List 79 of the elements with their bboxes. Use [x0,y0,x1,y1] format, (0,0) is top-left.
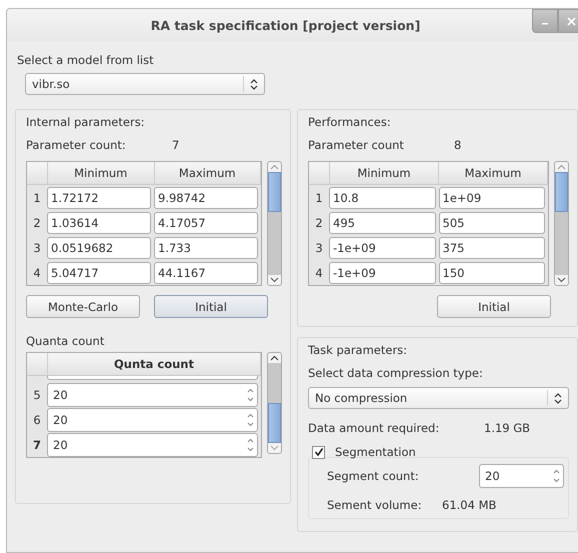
minimum-field[interactable]: 495 [329,212,436,234]
column-header[interactable]: Maximum [154,162,261,184]
segmentation-label: Segmentation [335,445,416,459]
group-title: Performances: [308,115,392,129]
model-dropdown[interactable]: vibr.so [25,73,265,95]
scroll-up-icon [557,164,566,170]
minimum-field[interactable]: 10.8 [329,186,436,208]
minimize-button[interactable] [532,9,558,33]
data-amount-label: Data amount required: [308,421,440,435]
minimum-field[interactable]: -1e+09 [329,236,436,258]
data-amount-value: 1.19 GB [484,421,530,435]
scrollbar-thumb[interactable] [268,403,281,443]
action-button[interactable]: Monte-Carlo [26,295,140,318]
minimum-field[interactable]: 1.72172 [47,186,151,208]
spin-arrows-icon [247,412,254,426]
scroll-down-icon [270,445,279,451]
scroll-up-icon [270,164,279,170]
maximum-field[interactable]: 9.98742 [154,186,258,208]
model-label: Select a model from list [17,53,155,67]
segment-volume-value: 61.04 MB [442,498,496,512]
maximum-field[interactable]: 150 [438,262,545,284]
maximum-field[interactable]: 1.733 [154,236,258,258]
scroll-down-icon [270,277,279,283]
minimum-field[interactable]: 0.0519682 [47,236,151,258]
parameter-count-label: Parameter count: [26,138,127,152]
spin-arrows-icon [553,469,560,483]
parameter-count-value: 7 [172,138,180,152]
maximum-field[interactable]: 505 [438,212,545,234]
row-header: 5 [32,388,42,402]
row-header: 4 [32,266,42,280]
action-button[interactable]: Initial [437,295,551,318]
parameter-count-label: Parameter count [308,138,405,152]
row-header: 6 [32,412,42,426]
updown-arrow-icon [250,78,258,90]
quanta-spinbox[interactable]: 20 [47,432,258,456]
column-header[interactable]: Maximum [439,162,548,184]
minimum-field[interactable]: -1e+09 [329,262,436,284]
minimum-field[interactable]: 5.04717 [47,262,151,284]
compression-label: Select data compression type: [308,366,484,380]
maximum-field[interactable]: 44.1167 [154,262,258,284]
window-title: RA task specification [project version] [150,18,420,32]
minimum-field[interactable]: 1.03614 [47,212,151,234]
column-header[interactable]: Minimum [330,162,439,184]
quanta-count-label: Quanta count [26,334,106,348]
scrollbar[interactable] [554,161,569,286]
close-button[interactable] [558,9,578,33]
row-header: 4 [314,266,324,280]
maximum-field[interactable]: 375 [438,236,545,258]
spin-arrows-icon [247,438,254,452]
segment-count-label: Segment count: [327,469,419,483]
row-header: 1 [32,190,42,204]
parameter-count-value: 8 [454,138,462,152]
segmentation-checkbox[interactable] [312,446,325,458]
scrollbar-thumb[interactable] [268,172,281,212]
scrollbar-thumb[interactable] [555,172,568,212]
row-header: 3 [32,240,42,254]
row-header: 2 [314,216,324,230]
scroll-down-icon [557,277,566,283]
action-button[interactable]: Initial [154,295,268,318]
segment-volume-label: Sement volume: [327,498,423,512]
row-header: 2 [32,216,42,230]
maximum-field[interactable]: 4.17057 [154,212,258,234]
row-header: 7 [32,438,42,452]
updown-arrow-icon [554,392,562,404]
maximum-field[interactable]: 1e+09 [438,186,545,208]
close-icon [566,16,576,26]
row-header: 1 [314,190,324,204]
scrollbar[interactable] [267,161,282,286]
group-title: Internal parameters: [26,115,146,129]
compression-dropdown[interactable]: No compression [308,387,569,409]
quanta-spinbox[interactable]: 20 [47,382,258,406]
group-title: Task parameters: [308,343,408,357]
scroll-up-icon [270,355,279,361]
quanta-spinbox[interactable]: 20 [47,408,258,432]
scrollbar[interactable] [267,352,282,454]
column-header[interactable]: Minimum [48,162,154,184]
segment-count-spinbox[interactable]: 20 [479,464,564,488]
spin-arrows-icon [247,388,254,402]
row-header: 3 [314,240,324,254]
